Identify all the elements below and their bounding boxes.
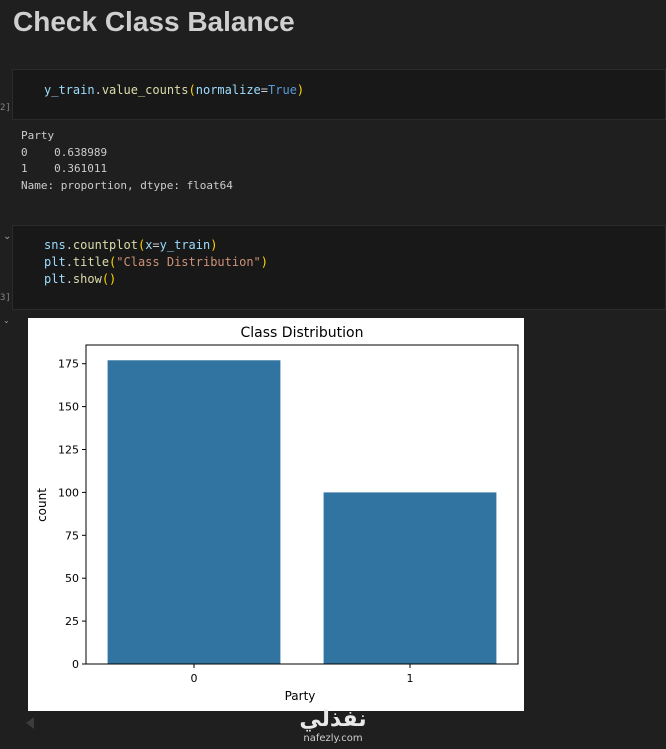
y-ticks-group: 0 25 50 75 100 125 150 175 [58,358,86,671]
execution-count-2: 3] [0,293,11,303]
code-token: "Class Distribution" [116,255,261,269]
scroll-left-arrow-icon[interactable] [26,717,34,729]
x-tick-label: 1 [407,672,414,685]
collapse-chevron-icon[interactable]: ⌄ [3,231,11,242]
code-token: normalize [195,83,261,97]
x-axis-label: Party [285,689,316,703]
output-line: 0 0.638989 [21,145,108,159]
x-tick-label: 0 [191,672,198,685]
code-token: () [101,272,117,286]
bars-group [107,360,497,664]
y-tick-label: 25 [65,615,79,628]
code-token: countplot [72,238,138,252]
output-line: Party [21,129,55,142]
code-token: True [268,83,297,97]
output-line: Name: proportion, dtype: float64 [21,178,233,192]
output-chevron-icon[interactable]: ⌄ [3,316,10,325]
watermark-logo: نفذلي [299,707,367,732]
execution-count-1: 2] [0,103,11,113]
code-token: = [152,238,160,252]
code-cell-2[interactable]: sns.countplot(x=y_train) plt.title("Class… [12,225,666,310]
code-token: ) [260,255,269,269]
bar-0 [107,360,281,664]
y-tick-label: 125 [58,444,79,457]
code-line: plt.show() [44,271,268,288]
y-tick-label: 75 [65,529,79,542]
code-token: title [72,255,110,269]
y-tick-label: 100 [58,486,79,499]
code-token: show [72,272,102,286]
chart-output: 0 25 50 75 100 125 150 175 01 Class Distributio… [28,318,524,711]
code-token: ( [188,83,196,97]
code-token: y_train [44,83,95,97]
y-axis-label: count [35,488,49,522]
code-line: sns.countplot(x=y_train) [44,237,268,254]
code-token: sns [44,238,66,252]
code-token: ) [210,238,218,252]
code-cell-1[interactable]: y_train.value_counts(normalize=True) [12,69,666,120]
code-line: plt.title("Class Distribution") [44,254,268,271]
code-token: value_counts [101,83,189,97]
code-token: . [65,238,73,252]
section-heading: Check Class Balance [13,6,295,37]
y-tick-label: 175 [58,358,79,371]
cell-editor[interactable]: y_train.value_counts(normalize=True) [44,82,304,99]
code-token: ) [296,83,305,97]
y-tick-label: 150 [58,401,79,414]
code-token: y_train [159,238,211,252]
code-token: . [65,272,73,286]
code-token: plt [44,255,66,269]
code-token: = [260,83,269,97]
cell-editor[interactable]: sns.countplot(x=y_train) plt.title("Class… [44,237,268,288]
code-token: plt [44,272,66,286]
countplot-chart: 0255075100125150175 01 Class Distributio… [35,325,519,703]
cell-1-output: Party 0 0.638989 1 0.361011 Name: proportio… [21,128,233,194]
code-token: . [65,255,73,269]
chart-title: Class Distribution [241,325,364,341]
watermark: نفذلي nafezly.com [292,708,374,746]
y-tick-label: 0 [72,658,79,671]
output-line: 1 0.361011 [21,162,108,175]
x-ticks-group: 01 [191,664,414,685]
watermark-url: nafezly.com [303,733,363,744]
bar-1 [323,492,497,664]
code-token: . [94,83,102,97]
y-tick-label: 50 [65,572,79,585]
